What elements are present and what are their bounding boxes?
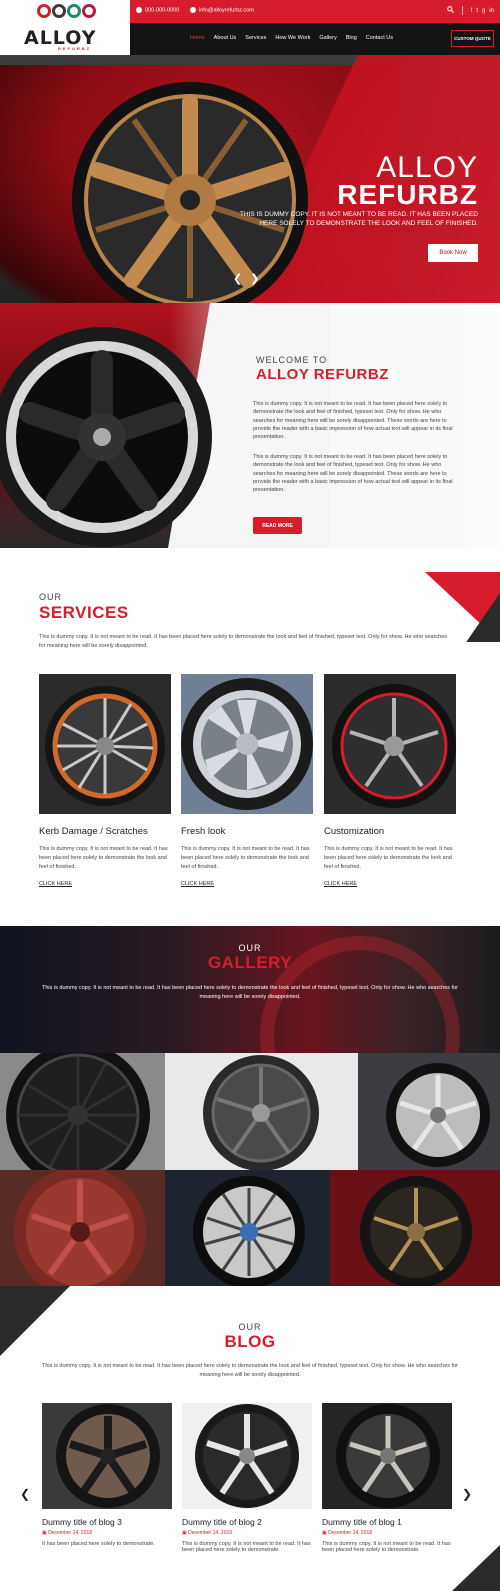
hero-text: THIS IS DUMMY COPY. IT IS NOT MEANT TO B… [239, 211, 478, 227]
service-name: Fresh look [181, 826, 226, 837]
email-contact[interactable]: info@alloyrefurbz.com [190, 7, 254, 13]
linkedin-icon[interactable]: in [489, 8, 494, 14]
services-intro: This is dummy copy. It is not meant to b… [39, 634, 448, 649]
phone-icon [136, 7, 142, 13]
hero-prev-arrow-icon[interactable]: ❮ [233, 272, 242, 285]
service-click-here-link[interactable]: CLICK HERE [181, 881, 313, 887]
custom-quote-button[interactable]: CUSTOM QUOTE [451, 30, 494, 47]
blog-post-card: Dummy title of blog 3 ▣ December 14, 201… [42, 1403, 172, 1547]
service-description: This is dummy copy. It is not meant to b… [39, 846, 168, 870]
blog-post-date: ▣ December 14, 2018 [182, 1530, 312, 1536]
gallery-intro: This is dummy copy. It is not meant to b… [42, 985, 458, 1000]
gallery-image[interactable] [358, 1053, 500, 1170]
service-card: Fresh look This is dummy copy. It is not… [181, 674, 313, 887]
service-card: Customization This is dummy copy. It is … [324, 674, 456, 887]
service-description: This is dummy copy. It is not meant to b… [324, 846, 453, 870]
nav-home[interactable]: Home [190, 35, 205, 41]
main-navigation: Home About Us Services How We Work Galle… [130, 23, 500, 55]
search-icon[interactable] [446, 6, 454, 15]
blog-post-image[interactable] [322, 1403, 452, 1509]
blog-post-image[interactable] [182, 1403, 312, 1509]
blog-post-date: ▣ December 14, 2018 [42, 1530, 172, 1536]
welcome-title: ALLOY REFURBZ [256, 366, 389, 383]
gallery-title: GALLERY [207, 953, 293, 972]
read-more-button[interactable]: READ MORE [253, 517, 302, 534]
blog-kicker: OUR [238, 1322, 262, 1332]
blog-next-arrow-icon[interactable]: ❯ [462, 1487, 472, 1501]
blog-post-excerpt: This is dummy copy. It is not meant to b… [322, 1541, 451, 1553]
blog-prev-arrow-icon[interactable]: ❮ [20, 1487, 30, 1501]
hero-slider: ALLOY REFURBZ THIS IS DUMMY COPY. IT IS … [0, 55, 500, 303]
divider [461, 6, 463, 15]
welcome-section: WELCOME TO ALLOY REFURBZ This is dummy c… [0, 303, 500, 548]
services-title: SERVICES [39, 603, 129, 622]
phone-number: 000-000-0000 [145, 7, 180, 14]
blog-post-title[interactable]: Dummy title of blog 3 [42, 1517, 172, 1527]
blog-post-excerpt: It has been placed here solely to demons… [42, 1541, 155, 1547]
nav-gallery[interactable]: Gallery [319, 35, 336, 41]
service-image[interactable] [181, 674, 313, 814]
blog-post-date: ▣ December 14, 2018 [322, 1530, 452, 1536]
gallery-image[interactable] [330, 1170, 500, 1286]
hero-title-line2: REFURBZ [337, 179, 478, 210]
service-image[interactable] [324, 674, 456, 814]
welcome-paragraph-2: This is dummy copy. It is not meant to b… [253, 454, 453, 494]
twitter-icon[interactable]: t [476, 8, 478, 14]
service-image[interactable] [39, 674, 171, 814]
blog-post-card: Dummy title of blog 1 ▣ December 14, 201… [322, 1403, 452, 1553]
nav-contact-us[interactable]: Contact Us [366, 35, 393, 41]
gallery-image[interactable] [0, 1053, 165, 1170]
service-click-here-link[interactable]: CLICK HERE [324, 881, 456, 887]
blog-post-title[interactable]: Dummy title of blog 2 [182, 1517, 312, 1527]
services-kicker: OUR [39, 592, 62, 602]
service-description: This is dummy copy. It is not meant to b… [181, 846, 310, 870]
nav-services[interactable]: Services [245, 35, 266, 41]
site-logo[interactable]: ALLOY REFURBZ [0, 0, 130, 55]
date-text: December 14, 2018 [328, 1530, 373, 1536]
logo-wheels-icon [37, 4, 96, 18]
service-name: Kerb Damage / Scratches [39, 826, 148, 837]
gallery-image[interactable] [0, 1170, 165, 1286]
top-contact-bar: 000-000-0000 info@alloyrefurbz.com f t g… [130, 0, 500, 23]
hero-wheel-image [72, 82, 308, 303]
gallery-image[interactable] [165, 1170, 330, 1286]
nav-how-we-work[interactable]: How We Work [275, 35, 310, 41]
date-text: December 14, 2018 [188, 1530, 233, 1536]
gallery-grid [0, 1053, 500, 1286]
blog-post-card: Dummy title of blog 2 ▣ December 14, 201… [182, 1403, 312, 1553]
date-text: December 14, 2018 [48, 1530, 93, 1536]
welcome-wheel-image [0, 327, 212, 547]
welcome-paragraph-1: This is dummy copy. It is not meant to b… [253, 401, 453, 441]
blog-post-image[interactable] [42, 1403, 172, 1509]
blog-post-excerpt: This is dummy copy. It is not meant to b… [182, 1541, 311, 1553]
welcome-kicker: WELCOME TO [256, 355, 328, 365]
logo-subtitle: REFURBZ [58, 46, 92, 51]
service-name: Customization [324, 826, 385, 837]
email-address: info@alloyrefurbz.com [199, 7, 254, 14]
blog-intro: This is dummy copy. It is not meant to b… [42, 1363, 458, 1378]
blog-title: BLOG [224, 1332, 276, 1351]
service-card: Kerb Damage / Scratches This is dummy co… [39, 674, 171, 887]
email-icon [190, 7, 196, 13]
nav-about-us[interactable]: About Us [214, 35, 237, 41]
blog-post-title[interactable]: Dummy title of blog 1 [322, 1517, 452, 1527]
service-click-here-link[interactable]: CLICK HERE [39, 881, 171, 887]
phone-contact[interactable]: 000-000-0000 [136, 7, 179, 13]
google-plus-icon[interactable]: g [482, 8, 485, 14]
decor-dark-corner [452, 1545, 500, 1591]
gallery-image[interactable] [165, 1053, 358, 1170]
gallery-kicker: OUR [238, 943, 262, 953]
hero-next-arrow-icon[interactable]: ❯ [250, 272, 259, 285]
book-now-button[interactable]: Book Now [428, 244, 478, 262]
gallery-header: OUR GALLERY This is dummy copy. It is no… [0, 926, 500, 1053]
facebook-icon[interactable]: f [471, 8, 473, 14]
nav-blog[interactable]: Blog [346, 35, 357, 41]
